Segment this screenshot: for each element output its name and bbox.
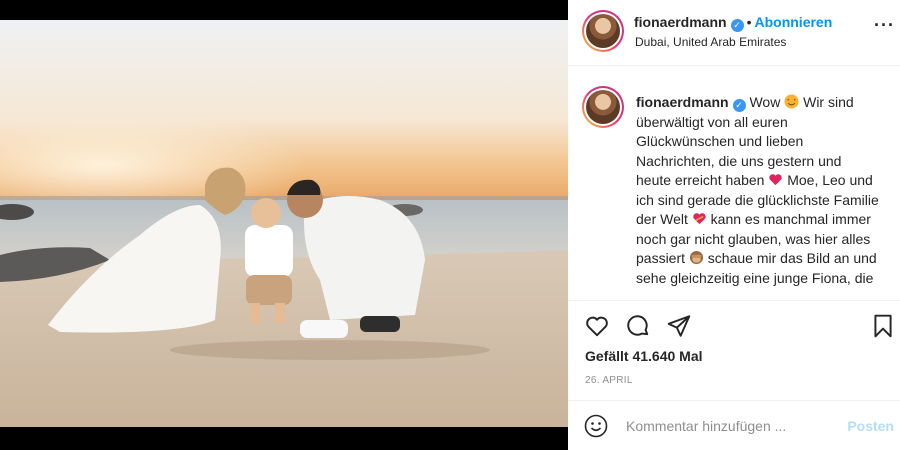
heart-with-ribbon-icon [693, 213, 706, 225]
action-bar: Gefällt 41.640 Mal 26. APRIL [568, 300, 900, 400]
photo-pane [0, 0, 568, 450]
caption-avatar[interactable] [582, 86, 624, 128]
caption-text: fionaerdmann ✓ Wow Wir sind überwältigt v… [636, 93, 880, 288]
avatar[interactable] [582, 10, 624, 52]
separator-dot: • [746, 14, 752, 30]
comment-bar: Posten [568, 400, 900, 450]
red-heart-icon [769, 174, 783, 186]
see-no-evil-monkey-icon [689, 250, 703, 265]
comment-input[interactable] [626, 415, 826, 437]
post-photo[interactable] [0, 20, 568, 427]
post-header: fionaerdmann ✓ • Abonnieren Dubai, United A… [568, 0, 900, 66]
verified-badge-icon: ✓ [730, 19, 744, 32]
more-options-icon[interactable]: ··· [874, 16, 894, 38]
follow-button[interactable]: Abonnieren [754, 14, 832, 30]
share-icon[interactable] [666, 313, 692, 339]
caption-area[interactable]: fionaerdmann ✓ Wow Wir sind überwältigt v… [568, 67, 900, 300]
post-comment-button[interactable]: Posten [847, 418, 894, 434]
family-beach-photo [0, 20, 568, 427]
likes-count[interactable]: Gefällt 41.640 Mal [585, 348, 703, 364]
bookmark-icon[interactable] [870, 313, 896, 339]
comment-icon[interactable] [625, 313, 651, 339]
caption-username[interactable]: fionaerdmann [636, 94, 729, 110]
post-date[interactable]: 26. APRIL [585, 375, 633, 386]
post-sidebar: fionaerdmann ✓ • Abonnieren Dubai, United A… [568, 0, 900, 450]
heart-icon[interactable] [584, 313, 610, 339]
emoji-picker-icon[interactable] [584, 414, 608, 438]
location-link[interactable]: Dubai, United Arab Emirates [635, 35, 786, 49]
verified-badge-icon: ✓ [732, 99, 746, 112]
caption-part-1: Wow [749, 94, 785, 110]
header-user-line: fionaerdmann ✓ • Abonnieren [634, 14, 832, 32]
username-link[interactable]: fionaerdmann [634, 14, 727, 30]
smiling-face-with-hearts-icon [784, 94, 799, 109]
